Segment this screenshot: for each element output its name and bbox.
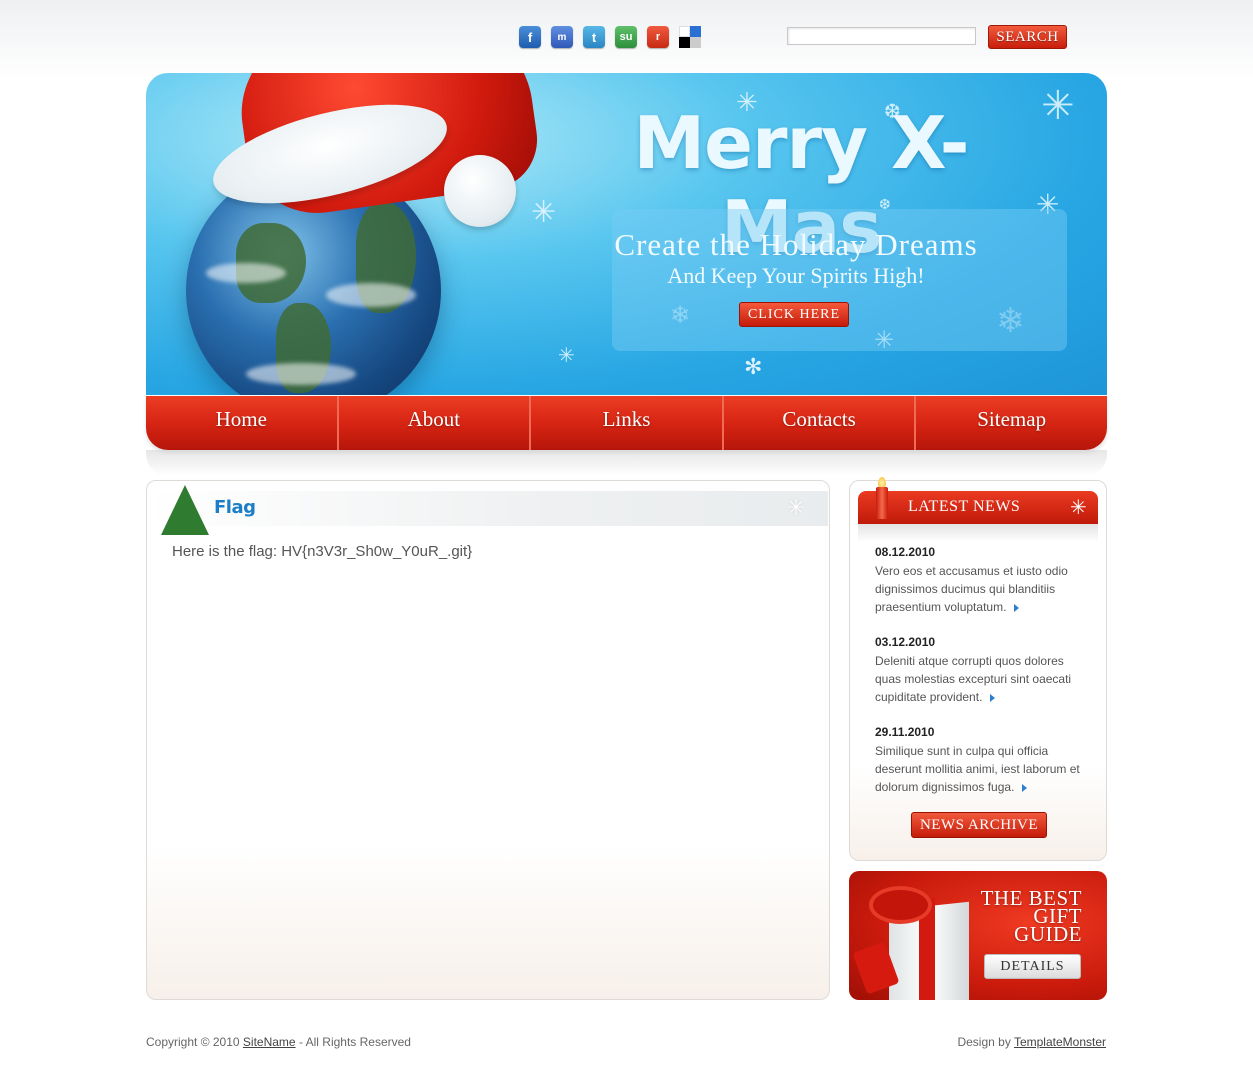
nav-shadow <box>146 450 1107 476</box>
nav-item-sitemap[interactable]: Sitemap <box>916 396 1107 450</box>
snowflake-icon: ✳ <box>787 495 806 520</box>
arrow-right-icon[interactable] <box>1014 603 1020 612</box>
news-item: 29.11.2010 Similique sunt in culpa qui o… <box>875 724 1090 796</box>
news-date: 03.12.2010 <box>875 635 936 649</box>
snowflake-icon: ✻ <box>744 355 763 380</box>
nav-item-home[interactable]: Home <box>146 396 339 450</box>
santa-hat-pompom <box>444 155 516 227</box>
main-nav: Home About Links Contacts Sitemap <box>146 396 1107 450</box>
news-list: 08.12.2010 Vero eos et accusamus et iust… <box>875 544 1090 814</box>
content-title: Flag <box>214 497 256 518</box>
news-text: Similique sunt in culpa qui officia dese… <box>875 744 1080 794</box>
flag-text: Here is the flag: HV{n3V3r_Sh0w_Y0uR_.gi… <box>172 543 473 560</box>
search-input[interactable] <box>787 27 976 45</box>
search-button[interactable]: SEARCH <box>988 25 1067 49</box>
facebook-icon[interactable]: f <box>519 26 541 48</box>
snowflake-icon: ✳ <box>1041 83 1075 129</box>
news-title: LATEST NEWS <box>908 498 1021 515</box>
banner-subtitle-1: Create the Holiday Dreams <box>614 227 978 262</box>
news-date: 08.12.2010 <box>875 545 936 559</box>
twitter-icon[interactable]: t <box>583 26 605 48</box>
gift-guide-panel: THE BEST GIFT GUIDE DETAILS <box>849 871 1107 1000</box>
content-panel: Flag ✳ Here is the flag: HV{n3V3r_Sh0w_Y… <box>146 480 830 1000</box>
footer-credits: Design by TemplateMonster <box>957 1035 1106 1049</box>
news-item: 03.12.2010 Deleniti atque corrupti quos … <box>875 634 1090 706</box>
details-button[interactable]: DETAILS <box>984 954 1081 979</box>
arrow-right-icon[interactable] <box>990 693 996 702</box>
snowflake-icon: ✳ <box>531 195 557 230</box>
christmas-tree-icon <box>161 485 209 535</box>
nav-item-about[interactable]: About <box>339 396 532 450</box>
hero-banner: ✻ ✳ ❆ ✳ ✳ ✻ ❆ ✳ ❄ ❄ ✳ ✳ ✻ Merry X-Mas Cr… <box>146 73 1107 395</box>
news-date: 29.11.2010 <box>875 725 935 739</box>
click-here-button[interactable]: CLICK HERE <box>739 302 849 327</box>
gift-bow <box>869 886 932 924</box>
banner-subtitle-2: And Keep Your Spirits High! <box>667 263 925 288</box>
news-archive-button[interactable]: NEWS ARCHIVE <box>911 812 1047 838</box>
snowflake-icon: ✳ <box>558 343 575 367</box>
nav-item-contacts[interactable]: Contacts <box>724 396 917 450</box>
gift-guide-title: THE BEST GIFT GUIDE <box>980 886 1082 946</box>
snowflake-icon: ✳ <box>1070 497 1087 519</box>
news-text: Vero eos et accusamus et iusto odio dign… <box>875 564 1068 614</box>
arrow-right-icon[interactable] <box>1022 783 1028 792</box>
news-header-shadow <box>858 524 1098 542</box>
news-panel: LATEST NEWS ✳ 08.12.2010 Vero eos et acc… <box>849 477 1107 861</box>
delicious-icon[interactable] <box>679 26 701 48</box>
candle-icon <box>876 487 888 519</box>
social-bar: f m t su r <box>519 26 701 48</box>
template-monster-link[interactable]: TemplateMonster <box>1014 1035 1106 1049</box>
stumbleupon-icon[interactable]: su <box>615 26 637 48</box>
news-item: 08.12.2010 Vero eos et accusamus et iust… <box>875 544 1090 616</box>
site-name-link[interactable]: SiteName <box>243 1035 296 1049</box>
reddit-icon[interactable]: r <box>647 26 669 48</box>
nav-item-links[interactable]: Links <box>531 396 724 450</box>
news-text: Deleniti atque corrupti quos dolores qua… <box>875 654 1072 704</box>
footer-copyright: Copyright © 2010 SiteName - All Rights R… <box>146 1035 411 1049</box>
myspace-icon[interactable]: m <box>551 26 573 48</box>
